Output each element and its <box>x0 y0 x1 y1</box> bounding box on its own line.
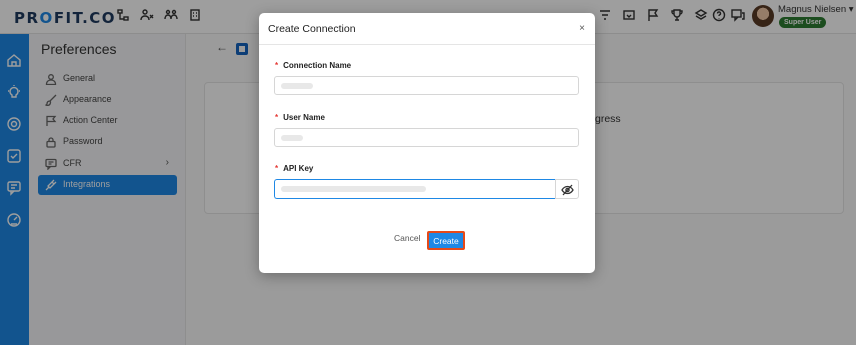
api-key-input[interactable] <box>274 179 555 199</box>
redacted-value <box>281 135 303 141</box>
cancel-button[interactable]: Cancel <box>394 233 420 243</box>
modal-title: Create Connection <box>268 23 356 35</box>
connection-name-input[interactable] <box>274 76 579 95</box>
divider <box>259 44 595 45</box>
redacted-value <box>281 186 426 192</box>
api-key-label: * API Key <box>275 164 314 173</box>
eye-off-icon <box>561 184 574 196</box>
toggle-visibility-button[interactable] <box>555 179 579 199</box>
create-connection-modal: Create Connection × * Connection Name * Us… <box>259 13 595 273</box>
create-button[interactable]: Create <box>427 231 465 250</box>
redacted-value <box>281 83 313 89</box>
user-name-input[interactable] <box>274 128 579 147</box>
required-marker: * <box>275 164 279 173</box>
connection-name-label: * Connection Name <box>275 61 352 70</box>
user-name-label: * User Name <box>275 113 325 122</box>
required-marker: * <box>275 61 279 70</box>
close-icon[interactable]: × <box>579 23 585 34</box>
required-marker: * <box>275 113 279 122</box>
